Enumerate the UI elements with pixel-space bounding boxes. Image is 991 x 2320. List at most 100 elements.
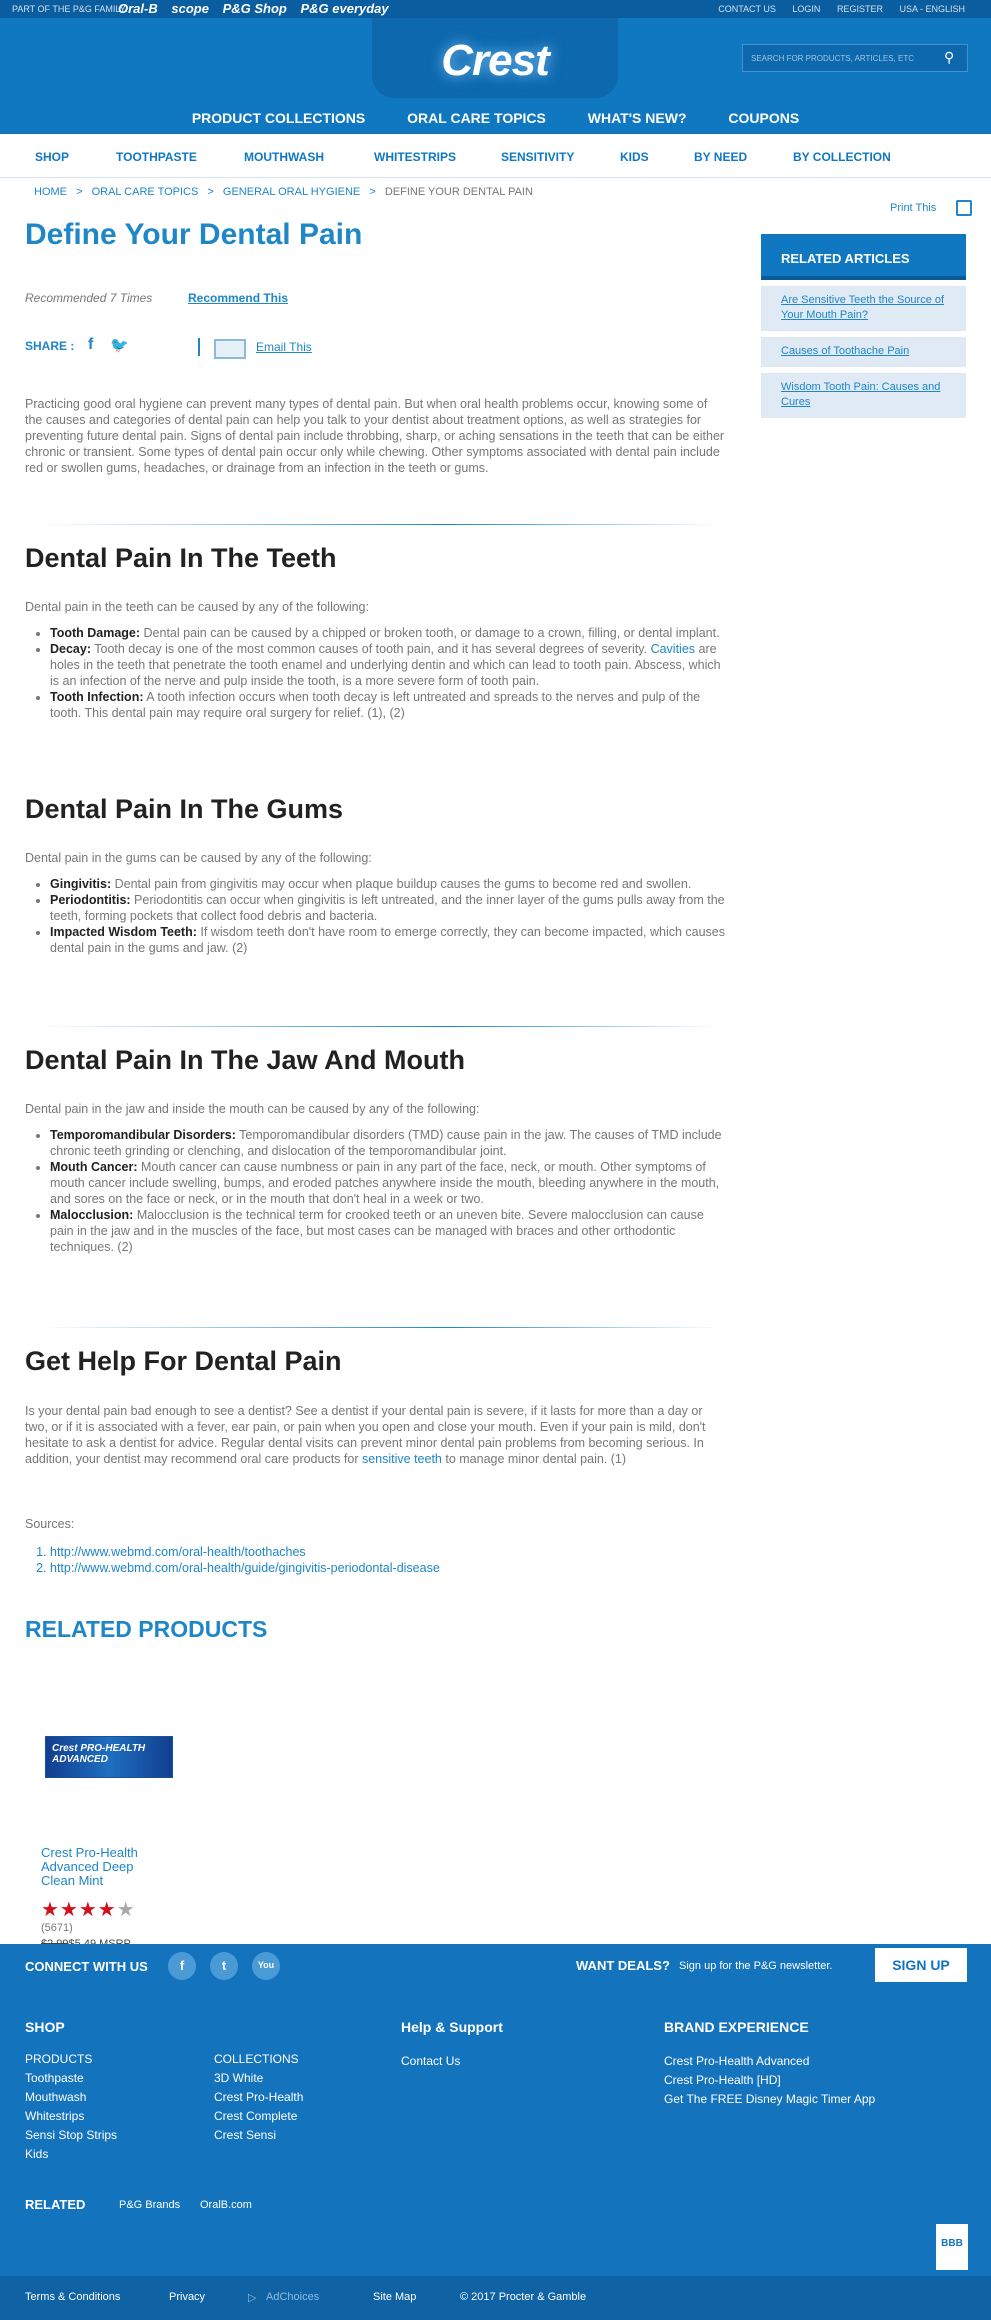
list-item: Impacted Wisdom Teeth: If wisdom teeth d…: [50, 924, 730, 956]
pg-family-label: PART OF THE P&G FAMILY:: [12, 4, 128, 14]
product-image[interactable]: Crest PRO-HEALTH ADVANCED: [45, 1736, 173, 1778]
section-divider: [40, 524, 720, 525]
subnav-sensitivity[interactable]: SENSITIVITY: [501, 150, 574, 164]
footer-link[interactable]: Crest Complete: [214, 2107, 303, 2126]
footer-link[interactable]: Whitestrips: [25, 2107, 117, 2126]
section-divider: [40, 1327, 720, 1328]
footer-link[interactable]: PRODUCTS: [25, 2050, 117, 2069]
footer-help-heading: Help & Support: [401, 2019, 503, 2035]
footer-link[interactable]: Get The FREE Disney Magic Timer App: [664, 2090, 875, 2109]
nav-oral-care-topics[interactable]: ORAL CARE TOPICS: [407, 110, 546, 126]
related-article-link[interactable]: Wisdom Tooth Pain: Causes and Cures: [761, 373, 966, 418]
footer-link[interactable]: OralB.com: [200, 2199, 252, 2211]
facebook-icon[interactable]: f: [168, 1952, 196, 1980]
review-count[interactable]: (5671): [41, 1922, 73, 1934]
footer-link[interactable]: Toothpaste: [25, 2069, 117, 2088]
share-label: SHARE :: [25, 339, 75, 353]
section-divider: [40, 1026, 720, 1027]
cavities-link[interactable]: Cavities: [651, 642, 695, 656]
sub-nav: SHOP TOOTHPASTE MOUTHWASH WHITESTRIPS SE…: [0, 134, 991, 178]
footer-link[interactable]: Kids: [25, 2145, 117, 2164]
nav-coupons[interactable]: COUPONS: [728, 110, 799, 126]
footer-link[interactable]: 3D White: [214, 2069, 303, 2088]
privacy-link[interactable]: Privacy: [169, 2291, 205, 2303]
breadcrumb-current: DEFINE YOUR DENTAL PAIN: [384, 186, 533, 198]
twitter-icon[interactable]: t: [210, 1952, 238, 1980]
nav-whats-new[interactable]: WHAT'S NEW?: [588, 110, 687, 126]
email-this-link[interactable]: Email This: [256, 340, 312, 354]
subnav-shop[interactable]: SHOP: [35, 150, 69, 164]
register-link[interactable]: REGISTER: [837, 4, 883, 14]
breadcrumb-oral-care-topics[interactable]: ORAL CARE TOPICS: [92, 186, 199, 198]
footer-link[interactable]: Mouthwash: [25, 2088, 117, 2107]
product-name-link[interactable]: Crest Pro-Health Advanced Deep Clean Min…: [41, 1846, 171, 1888]
source-link[interactable]: http://www.webmd.com/oral-health/toothac…: [50, 1544, 440, 1560]
brand-oralb-link[interactable]: Oral-B: [118, 1, 158, 16]
breadcrumb-general-oral-hygiene[interactable]: GENERAL ORAL HYGIENE: [223, 186, 360, 198]
subnav-whitestrips[interactable]: WHITESTRIPS: [374, 150, 456, 164]
cause-text: Mouth cancer can cause numbness or pain …: [50, 1160, 720, 1206]
subnav-toothpaste[interactable]: TOOTHPASTE: [116, 150, 197, 164]
sitemap-link[interactable]: Site Map: [373, 2291, 416, 2303]
cause-text: Dental pain from gingivitis may occur wh…: [111, 877, 692, 891]
brand-pgeveryday-link[interactable]: P&G everyday: [300, 1, 388, 16]
printer-icon[interactable]: [956, 200, 972, 216]
signup-button[interactable]: SIGN UP: [875, 1948, 967, 1982]
source-link[interactable]: http://www.webmd.com/oral-health/guide/g…: [50, 1560, 440, 1576]
jaw-causes-list: Temporomandibular Disorders: Temporomand…: [50, 1127, 730, 1255]
footer-link[interactable]: COLLECTIONS: [214, 2050, 303, 2069]
subnav-by-need[interactable]: BY NEED: [694, 150, 747, 164]
footer-shop-col1: PRODUCTS Toothpaste Mouthwash Whitestrip…: [25, 2050, 117, 2164]
adchoices-icon[interactable]: ▷: [248, 2291, 256, 2304]
related-products-heading: RELATED PRODUCTS: [25, 1616, 268, 1642]
cause-term: Mouth Cancer:: [50, 1160, 138, 1174]
footer-link[interactable]: Crest Pro-Health [HD]: [664, 2071, 875, 2090]
list-item: Decay: Tooth decay is one of the most co…: [50, 641, 730, 689]
search-icon[interactable]: ⚲: [944, 49, 954, 66]
recommend-button[interactable]: Recommend This: [188, 291, 288, 305]
site-header: Crest SEARCH FOR PRODUCTS, ARTICLES, ETC…: [0, 18, 991, 134]
footer-link[interactable]: Crest Pro-Health Advanced: [664, 2052, 875, 2071]
footer-link[interactable]: Sensi Stop Strips: [25, 2126, 117, 2145]
crest-logo[interactable]: Crest: [372, 18, 618, 98]
search-input[interactable]: SEARCH FOR PRODUCTS, ARTICLES, ETC: [742, 44, 968, 72]
gums-causes-list: Gingivitis: Dental pain from gingivitis …: [50, 876, 730, 956]
nav-product-collections[interactable]: PRODUCT COLLECTIONS: [192, 110, 365, 126]
related-article-link[interactable]: Causes of Toothache Pain: [761, 337, 966, 367]
teeth-causes-list: Tooth Damage: Dental pain can be caused …: [50, 625, 730, 721]
footer-link[interactable]: Crest Pro-Health: [214, 2088, 303, 2107]
cause-text: Dental pain can be caused by a chipped o…: [140, 626, 720, 640]
cause-text: Malocclusion is the technical term for c…: [50, 1208, 704, 1254]
footer-link[interactable]: Contact Us: [401, 2052, 460, 2071]
list-item: Gingivitis: Dental pain from gingivitis …: [50, 876, 730, 892]
account-links: CONTACT US LOGIN REGISTER USA - ENGLISH: [704, 4, 965, 14]
subnav-mouthwash[interactable]: MOUTHWASH: [244, 150, 324, 164]
twitter-icon[interactable]: 🐦: [110, 336, 129, 354]
email-icon[interactable]: [214, 339, 246, 359]
connect-label: CONNECT WITH US: [25, 1959, 148, 1974]
terms-link[interactable]: Terms & Conditions: [25, 2291, 120, 2303]
brand-scope-link[interactable]: scope: [171, 1, 209, 16]
heading-help: Get Help For Dental Pain: [25, 1346, 342, 1376]
breadcrumb-home[interactable]: HOME: [34, 186, 67, 198]
subnav-kids[interactable]: KIDS: [620, 150, 649, 164]
cause-term: Impacted Wisdom Teeth:: [50, 925, 197, 939]
list-item: Malocclusion: Malocclusion is the techni…: [50, 1207, 730, 1255]
locale-link[interactable]: USA - ENGLISH: [899, 4, 965, 14]
login-link[interactable]: LOGIN: [792, 4, 820, 14]
star-rating-filled: ★★★★: [41, 1899, 117, 1921]
related-article-link[interactable]: Are Sensitive Teeth the Source of Your M…: [761, 286, 966, 331]
print-link[interactable]: Print This: [890, 202, 936, 214]
footer-link[interactable]: P&G Brands: [119, 2199, 180, 2211]
contact-us-link[interactable]: CONTACT US: [718, 4, 776, 14]
youtube-icon[interactable]: You: [252, 1952, 280, 1980]
footer-link[interactable]: Crest Sensi: [214, 2126, 303, 2145]
main-nav: PRODUCT COLLECTIONS ORAL CARE TOPICS WHA…: [0, 110, 991, 126]
brand-pgshop-link[interactable]: P&G Shop: [223, 1, 287, 16]
sources-list: http://www.webmd.com/oral-health/toothac…: [50, 1544, 440, 1576]
sensitive-teeth-link[interactable]: sensitive teeth: [362, 1452, 442, 1466]
adchoices-link[interactable]: AdChoices: [266, 2291, 319, 2303]
subnav-by-collection[interactable]: BY COLLECTION: [793, 150, 891, 164]
facebook-icon[interactable]: f: [88, 336, 93, 354]
bbb-badge[interactable]: BBB: [936, 2224, 968, 2270]
